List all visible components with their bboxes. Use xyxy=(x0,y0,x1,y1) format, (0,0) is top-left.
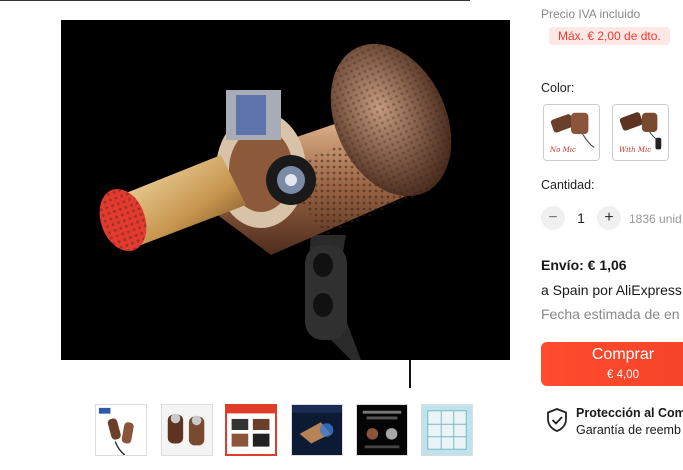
quantity-increase-button[interactable]: + xyxy=(597,206,621,230)
tax-note: Precio IVA incluido xyxy=(541,7,641,21)
earphone-render-image xyxy=(99,43,452,360)
purchase-panel: Precio IVA incluido Máx. € 2,00 de dto. … xyxy=(541,0,683,470)
shield-check-icon xyxy=(547,408,567,432)
buy-button-label: Comprar xyxy=(591,346,655,363)
features-thumb-image xyxy=(227,406,275,454)
thumb-earphone-pair[interactable] xyxy=(95,404,147,456)
thumb-product-features[interactable] xyxy=(225,404,277,456)
thumb-blue-render[interactable] xyxy=(291,404,343,456)
swatch-label-no-mic: No Mic xyxy=(550,146,576,154)
color-option-no-mic[interactable]: No Mic xyxy=(543,104,600,161)
quantity-available: 1836 unid xyxy=(629,212,682,226)
thumb-size-chart[interactable] xyxy=(421,404,473,456)
shipping-cost: Envío: € 1,06 xyxy=(541,257,627,273)
buyer-protection-title[interactable]: Protección al Com xyxy=(576,406,683,420)
discount-tag[interactable]: Máx. € 2,00 de dto. xyxy=(549,27,670,45)
quantity-label: Cantidad: xyxy=(541,178,595,192)
color-option-with-mic[interactable]: With Mic xyxy=(612,104,669,161)
infographic-thumb-image xyxy=(357,405,407,455)
main-product-image[interactable] xyxy=(61,20,510,360)
shipping-destination[interactable]: a Spain por AliExpress xyxy=(541,282,682,298)
buy-now-button[interactable]: Comprar € 4,00 xyxy=(541,342,683,386)
size-chart-thumb-image xyxy=(422,405,472,455)
closeup-thumb-image xyxy=(162,405,212,455)
buyer-protection-subtitle: Garantía de reemb xyxy=(576,423,681,437)
blue-render-thumb-image xyxy=(292,405,342,455)
top-divider xyxy=(0,0,470,1)
shipping-estimate: Fecha estimada de en xyxy=(541,306,680,322)
quantity-decrease-button[interactable]: − xyxy=(541,206,565,230)
color-label: Color: xyxy=(541,81,575,95)
swatch-label-with-mic: With Mic xyxy=(619,146,652,154)
text-cursor xyxy=(409,360,411,388)
thumb-dark-infographic[interactable] xyxy=(356,404,408,456)
earphone-thumb-image xyxy=(96,405,146,455)
buy-button-price: € 4,00 xyxy=(607,369,639,381)
thumb-earphone-closeup[interactable] xyxy=(161,404,213,456)
quantity-value[interactable]: 1 xyxy=(571,210,591,226)
